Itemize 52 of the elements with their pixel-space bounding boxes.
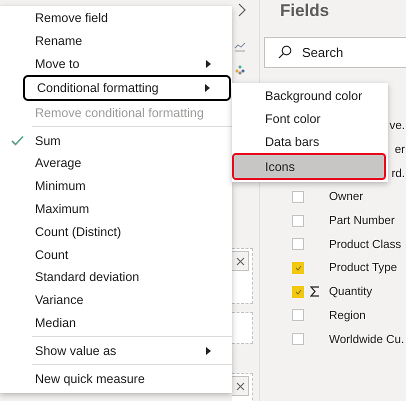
- field-name[interactable]: Part Number: [329, 214, 395, 228]
- menu-item[interactable]: Move to: [0, 52, 232, 76]
- submenu-arrow-icon: [206, 346, 211, 355]
- checkbox[interactable]: [292, 309, 304, 322]
- menu-item[interactable]: Median: [0, 312, 232, 334]
- sigma-icon: [310, 286, 320, 298]
- menu-item[interactable]: Show value as: [0, 339, 232, 362]
- menu-item[interactable]: Data bars: [232, 130, 388, 153]
- field-name[interactable]: Region: [329, 308, 366, 322]
- field-name[interactable]: Owner: [329, 190, 364, 204]
- submenu-arrow-icon: [206, 60, 211, 68]
- checkbox[interactable]: [292, 286, 304, 298]
- field-name[interactable]: er: [394, 143, 405, 156]
- menu-item[interactable]: Icons: [232, 153, 386, 180]
- menu-item[interactable]: Sum: [0, 129, 232, 152]
- menu-item[interactable]: New quick measure: [0, 367, 232, 390]
- close-button[interactable]: [232, 376, 249, 396]
- close-icon: [236, 256, 244, 266]
- field-name[interactable]: Quantity: [329, 285, 372, 298]
- pane-title: Fields: [279, 0, 330, 22]
- menu-item[interactable]: Variance: [0, 288, 232, 312]
- close-button[interactable]: [232, 251, 249, 271]
- checkbox[interactable]: [292, 214, 304, 227]
- close-icon: [236, 382, 244, 390]
- menu-item[interactable]: Remove field: [0, 7, 232, 30]
- menu-item[interactable]: Conditional formatting: [23, 75, 231, 102]
- line-chart-icon[interactable]: [234, 40, 246, 52]
- menu-item[interactable]: Rename: [0, 30, 232, 53]
- search-field[interactable]: Search: [264, 37, 406, 68]
- checkbox[interactable]: [292, 333, 304, 346]
- menu-item[interactable]: Average: [0, 152, 232, 175]
- field-name[interactable]: Product Type: [329, 261, 398, 274]
- submenu-arrow-icon: [205, 84, 210, 92]
- checkbox[interactable]: [292, 190, 304, 203]
- menu-item[interactable]: Background color: [232, 84, 388, 107]
- field-name[interactable]: Product Class: [329, 238, 402, 251]
- check-icon: [294, 264, 302, 271]
- menu-item[interactable]: Count (Distinct): [0, 220, 232, 244]
- scatter-chart-icon[interactable]: [234, 64, 246, 76]
- menu-item[interactable]: Maximum: [0, 198, 232, 220]
- checkbox[interactable]: [292, 238, 304, 250]
- menu-item[interactable]: Count: [0, 243, 232, 266]
- chevron-icon[interactable]: [238, 3, 246, 17]
- search-icon: [278, 45, 292, 59]
- menu-item[interactable]: Minimum: [0, 174, 232, 198]
- menu-item[interactable]: Standard deviation: [0, 266, 232, 289]
- field-name[interactable]: ve.: [390, 119, 405, 132]
- menu-item[interactable]: Font color: [232, 107, 388, 130]
- check-icon: [294, 288, 302, 295]
- checkbox[interactable]: [292, 262, 304, 274]
- field-name[interactable]: Worldwide Cu.: [329, 332, 404, 346]
- field-name[interactable]: rd.: [391, 166, 405, 180]
